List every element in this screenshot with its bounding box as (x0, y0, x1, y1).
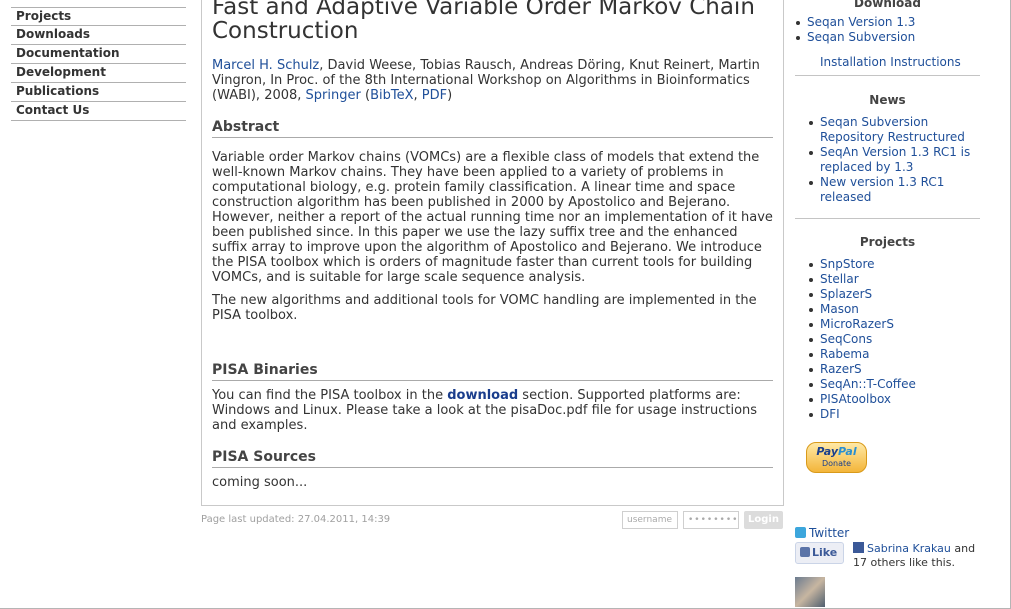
project-link[interactable]: DFI (820, 407, 840, 421)
binaries-heading: PISA Binaries (212, 362, 773, 381)
login-button[interactable]: Login (744, 511, 783, 529)
springer-link[interactable]: Springer (306, 88, 361, 103)
like-label: Like (812, 546, 838, 559)
download-list: Seqan Version 1.3 Seqan Subversion (795, 15, 980, 45)
project-link[interactable]: Mason (820, 302, 859, 316)
project-link[interactable]: SeqAn::T-Coffee (820, 377, 916, 391)
nav-projects[interactable]: Projects (11, 7, 186, 26)
facebook-like-text: Sabrina Krakau and 17 others like this. (853, 542, 983, 570)
news-heading: News (869, 93, 906, 107)
project-link[interactable]: SeqCons (820, 332, 872, 346)
facebook-icon (853, 542, 864, 553)
news-item: SeqAn Version 1.3 RC1 is replaced by 1.3 (809, 145, 980, 175)
projects-box: Projects SnpStore Stellar SplazerS Mason… (795, 235, 980, 422)
twitter-icon (795, 527, 806, 538)
project-link[interactable]: Rabema (820, 347, 869, 361)
download-box: Download Seqan Version 1.3 Seqan Subvers… (795, 0, 980, 76)
project-link[interactable]: SnpStore (820, 257, 875, 271)
project-link[interactable]: Stellar (820, 272, 859, 286)
paypal-pay: Pay (816, 445, 839, 458)
pdf-link[interactable]: PDF (422, 88, 447, 103)
paypal-pal: Pal (838, 445, 857, 458)
project-item: SplazerS (809, 287, 980, 302)
author-link[interactable]: Marcel H. Schulz (212, 58, 319, 73)
news-item: Seqan Subversion Repository Restructured (809, 115, 980, 145)
paren-open: ( (360, 88, 371, 103)
download-seqan-link[interactable]: Seqan Version 1.3 (807, 15, 915, 29)
main-content: Fast and Adaptive Variable Order Markov … (201, 0, 784, 506)
news-list: Seqan Subversion Repository Restructured… (795, 115, 980, 219)
project-item: SeqCons (809, 332, 980, 347)
nav-downloads[interactable]: Downloads (11, 26, 186, 45)
paypal-logo: PayPal (807, 445, 866, 459)
facebook-friend-link[interactable]: Sabrina Krakau (867, 542, 951, 555)
page-title: Fast and Adaptive Variable Order Markov … (212, 0, 755, 44)
username-input[interactable]: username (622, 511, 678, 529)
project-item: SnpStore (809, 257, 980, 272)
paren-close: ) (447, 88, 453, 103)
sources-text: coming soon... (212, 475, 308, 490)
abstract-heading: Abstract (212, 119, 773, 138)
facebook-like-button[interactable]: Like (795, 542, 844, 564)
nav-development[interactable]: Development (11, 64, 186, 83)
password-input[interactable]: •••••••• (683, 511, 739, 529)
comma: , (413, 88, 422, 103)
project-item: MicroRazerS (809, 317, 980, 332)
news-box: News Seqan Subversion Repository Restruc… (795, 93, 980, 219)
download-heading: Download (854, 0, 921, 9)
paypal-donate-button[interactable]: PayPal Donate (806, 442, 867, 473)
nav-contact-us[interactable]: Contact Us (11, 102, 186, 121)
project-item: DFI (809, 407, 980, 422)
download-item: Seqan Subversion (796, 30, 980, 45)
project-link[interactable]: PISAtoolbox (820, 392, 891, 406)
thumbs-up-icon (800, 547, 810, 557)
news-link[interactable]: New version 1.3 RC1 released (820, 175, 944, 204)
left-nav: Projects Downloads Documentation Develop… (11, 7, 186, 121)
news-item: New version 1.3 RC1 released (809, 175, 980, 205)
binaries-paragraph: You can find the PISA toolbox in the dow… (212, 388, 773, 433)
install-row: Installation Instructions (795, 55, 980, 76)
sources-heading: PISA Sources (212, 449, 773, 468)
twitter-link[interactable]: Twitter (795, 526, 849, 540)
download-item: Seqan Version 1.3 (796, 15, 980, 30)
citation: Marcel H. Schulz, David Weese, Tobias Ra… (212, 58, 773, 103)
avatar[interactable] (795, 577, 825, 607)
project-item: Rabema (809, 347, 980, 362)
twitter-label: Twitter (809, 526, 850, 540)
project-item: SeqAn::T-Coffee (809, 377, 980, 392)
last-updated: Page last updated: 27.04.2011, 14:39 (201, 514, 391, 525)
project-item: Stellar (809, 272, 980, 287)
project-link[interactable]: MicroRazerS (820, 317, 894, 331)
projects-list: SnpStore Stellar SplazerS Mason MicroRaz… (795, 257, 980, 422)
projects-heading: Projects (859, 235, 916, 249)
donate-label: Donate (821, 459, 852, 468)
nav-publications[interactable]: Publications (11, 83, 186, 102)
project-link[interactable]: SplazerS (820, 287, 872, 301)
install-link[interactable]: Installation Instructions (820, 55, 961, 69)
project-item: Mason (809, 302, 980, 317)
binaries-text-pre: You can find the PISA toolbox in the (212, 388, 448, 403)
bibtex-link[interactable]: BibTeX (370, 88, 413, 103)
news-link[interactable]: Seqan Subversion Repository Restructured (820, 115, 965, 144)
project-item: PISAtoolbox (809, 392, 980, 407)
news-link[interactable]: SeqAn Version 1.3 RC1 is replaced by 1.3 (820, 145, 970, 174)
project-link[interactable]: RazerS (820, 362, 862, 376)
project-item: RazerS (809, 362, 980, 377)
download-link[interactable]: download (447, 388, 518, 403)
download-subversion-link[interactable]: Seqan Subversion (807, 30, 915, 44)
abstract-paragraph-2: The new algorithms and additional tools … (212, 293, 757, 323)
abstract-paragraph-1: Variable order Markov chains (VOMCs) are… (212, 150, 773, 285)
nav-documentation[interactable]: Documentation (11, 45, 186, 64)
